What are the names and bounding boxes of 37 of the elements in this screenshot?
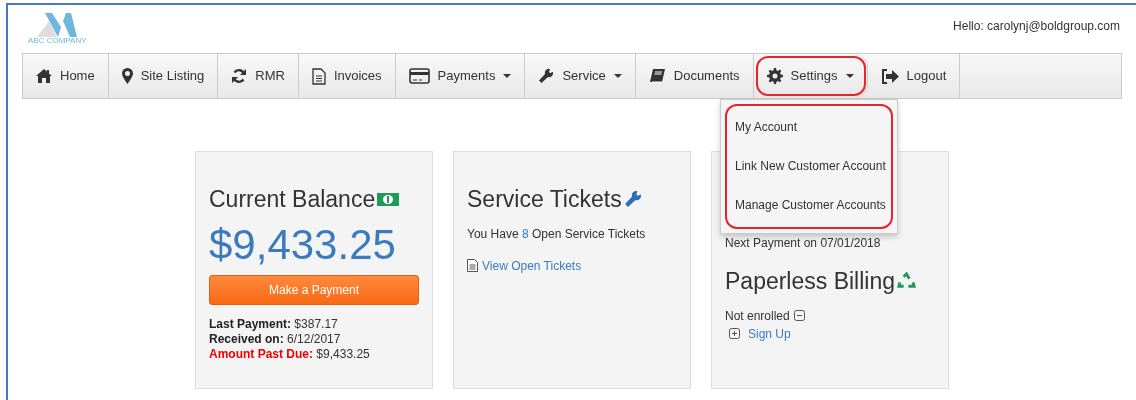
- money-bill-icon: [377, 192, 400, 206]
- enrollment-status: Not enrolled: [725, 307, 790, 325]
- balance-amount: $9,433.25: [209, 220, 397, 269]
- logo-mountain-icon: [37, 13, 78, 37]
- recycle-icon: [897, 271, 917, 291]
- plus-square-icon: [729, 328, 740, 339]
- ticket-count-text: You Have 8 Open Service Tickets: [467, 225, 647, 243]
- dropdown-item[interactable]: My Account: [727, 108, 891, 147]
- wrench-icon: [538, 68, 555, 84]
- wrench-icon: [623, 190, 642, 209]
- payment-info-line: Last Payment: $387.17: [209, 316, 339, 332]
- book-icon: [648, 68, 666, 84]
- card-title: Paperless Billing: [725, 267, 896, 296]
- document-icon: [467, 259, 478, 272]
- nav-item[interactable]: Settings: [753, 54, 868, 98]
- payment-info-line: Amount Past Due: $9,433.25: [209, 346, 371, 362]
- home-icon: [36, 69, 52, 83]
- dropdown-item[interactable]: Link New Customer Account: [727, 147, 891, 186]
- logout-icon: [880, 68, 899, 84]
- dropdown-item[interactable]: Manage Customer Accounts: [727, 186, 891, 225]
- credit-card-icon: [408, 68, 430, 84]
- caret-icon: [845, 74, 854, 78]
- sign-up-link[interactable]: Sign Up: [748, 324, 791, 343]
- document-icon: [311, 67, 326, 85]
- settings-icon: [766, 68, 783, 84]
- payment-info-line: Received on: 6/12/2017: [209, 331, 342, 347]
- view-tickets-link[interactable]: View Open Tickets: [482, 256, 582, 275]
- caret-icon: [503, 74, 512, 78]
- card-title: Service Tickets: [467, 185, 622, 214]
- greeting-text: Hello: carolynj@boldgroup.com: [953, 18, 1120, 35]
- refresh-icon: [231, 68, 248, 84]
- card-title: Current Balance: [209, 185, 376, 214]
- minus-square-icon: [793, 310, 805, 321]
- caret-icon: [613, 74, 622, 78]
- logo-text: ABC COMPANY: [28, 37, 87, 45]
- next-payment-text: Next Payment on 07/01/2018: [725, 235, 882, 252]
- map-pin-icon: [121, 68, 133, 84]
